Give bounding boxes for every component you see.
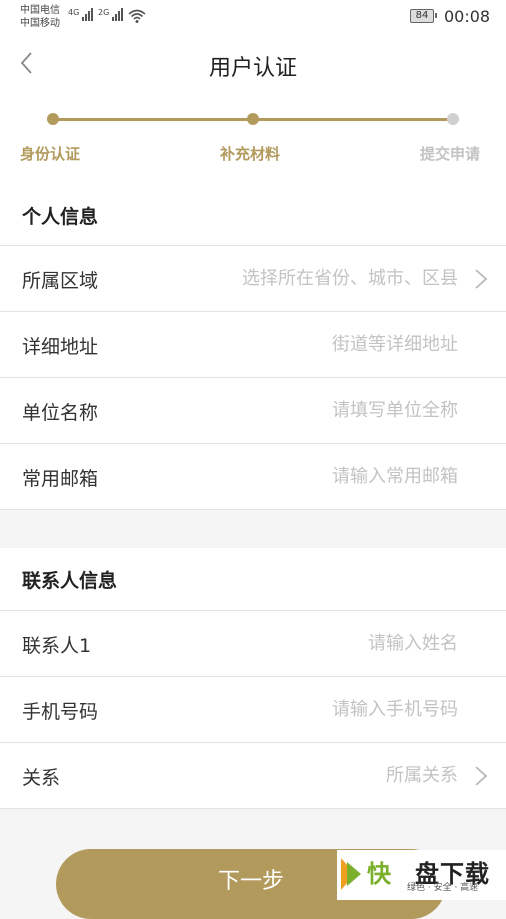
- address-input[interactable]: [188, 326, 458, 362]
- watermark-brand-1: 快: [367, 860, 392, 888]
- company-input[interactable]: [188, 392, 458, 428]
- form-row-phone[interactable]: 手机号码: [0, 676, 506, 742]
- form-row-email[interactable]: 常用邮箱: [0, 443, 506, 510]
- brand-logo-icon: [341, 858, 361, 890]
- step-dot-2: [247, 113, 259, 125]
- relation-select[interactable]: [188, 757, 458, 793]
- watermark: 快 盘下载 绿色 · 安全 · 高速: [337, 850, 506, 900]
- network-type-2: 2G: [98, 8, 110, 17]
- chevron-right-icon: [475, 766, 488, 786]
- step-label-1: 身份认证: [20, 145, 81, 163]
- carrier-info: 中国电信 中国移动: [20, 4, 60, 30]
- section-title: 联系人信息: [22, 570, 118, 592]
- form-row-contact-name[interactable]: 联系人1: [0, 610, 506, 676]
- signal-icon: 4G: [68, 8, 94, 21]
- email-input[interactable]: [188, 458, 458, 494]
- step-connector: [53, 118, 253, 121]
- page-title: 用户认证: [208, 56, 297, 81]
- region-select[interactable]: [188, 260, 458, 296]
- contact-name-input[interactable]: [188, 625, 458, 661]
- row-label: 单位名称: [22, 402, 99, 424]
- status-bar: 中国电信 中国移动 4G 2G 84 00:08: [0, 0, 506, 36]
- step-dot-1: [47, 113, 59, 125]
- phone-input[interactable]: [188, 691, 458, 727]
- row-label: 详细地址: [22, 336, 99, 358]
- step-label-3: 提交申请: [420, 145, 481, 163]
- form-row-relation[interactable]: 关系: [0, 742, 506, 809]
- row-label: 所属区域: [22, 270, 99, 292]
- row-label: 手机号码: [22, 701, 99, 723]
- row-label: 关系: [22, 767, 61, 789]
- form-row-address[interactable]: 详细地址: [0, 311, 506, 377]
- watermark-tagline: 绿色 · 安全 · 高速: [407, 883, 479, 893]
- network-type-1: 4G: [68, 8, 80, 17]
- section-header-personal: 个人信息: [0, 184, 506, 245]
- step-label-2: 补充材料: [220, 145, 281, 163]
- clock: 00:08: [444, 7, 491, 26]
- wifi-icon: [128, 8, 146, 28]
- progress-stepper: 身份认证 补充材料 提交申请: [0, 94, 506, 184]
- form-row-company[interactable]: 单位名称: [0, 377, 506, 443]
- chevron-right-icon: [475, 269, 488, 289]
- step-dot-3: [447, 113, 459, 125]
- row-label: 常用邮箱: [22, 468, 99, 490]
- step-connector: [253, 118, 453, 121]
- form-row-region[interactable]: 所属区域: [0, 245, 506, 311]
- section-title: 个人信息: [22, 206, 99, 228]
- battery-icon: 84: [410, 9, 437, 23]
- signal-icon: 2G: [98, 8, 124, 21]
- carrier-2: 中国移动: [20, 18, 60, 29]
- row-label: 联系人1: [22, 635, 92, 657]
- section-header-contact: 联系人信息: [0, 548, 506, 610]
- carrier-1: 中国电信: [20, 5, 60, 16]
- nav-bar: 用户认证: [0, 36, 506, 94]
